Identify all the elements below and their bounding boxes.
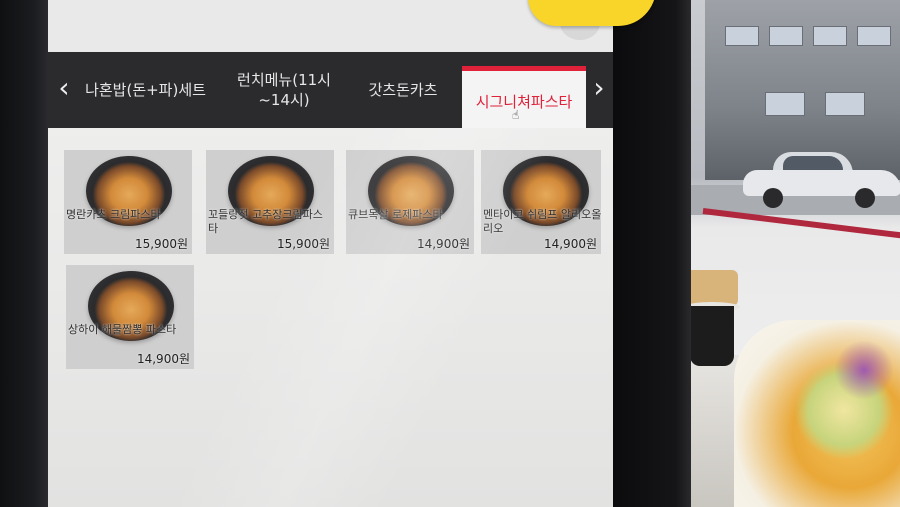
kiosk-bezel-left <box>0 0 48 507</box>
menu-item-card[interactable]: 큐브목살 로제파스타 14,900원 <box>346 150 474 254</box>
menu-item-name: 명란카츠 크림파스타 <box>66 208 161 221</box>
parked-car <box>743 152 900 208</box>
menu-item-name: 큐브목살 로제파스타 <box>348 208 443 221</box>
cup-with-straw <box>684 250 740 370</box>
menu-item-card[interactable]: 꼬들랑젓 고추장크림파스타 15,900원 <box>206 150 334 254</box>
menu-item-name: 꼬들랑젓 고추장크림파스타 <box>208 208 323 235</box>
pointer-cursor-icon: ☝ <box>512 108 520 122</box>
screen-header <box>48 0 613 52</box>
menu-item-card[interactable]: 멘타이코 쉬림프 알리오올리오 14,900원 <box>481 150 601 254</box>
tab-set-menu[interactable]: 나혼밥(돈+파)세트 <box>78 52 213 128</box>
menu-item-name: 멘타이코 쉬림프 알리오올리오 <box>483 208 601 235</box>
menu-item-price: 14,900원 <box>416 237 470 251</box>
kiosk-screen: ‹ 나혼밥(돈+파)세트 런치메뉴(11시~14시) 갓츠돈카츠 시그니쳐파스타… <box>48 0 613 507</box>
chevron-left-icon[interactable]: ‹ <box>54 74 74 104</box>
tab-label: 갓츠돈카츠 <box>368 81 438 99</box>
menu-item-card[interactable]: 명란카츠 크림파스타 15,900원 <box>64 150 192 254</box>
menu-item-price: 14,900원 <box>543 237 597 251</box>
food-poster <box>734 320 900 507</box>
category-tab-bar: ‹ 나혼밥(돈+파)세트 런치메뉴(11시~14시) 갓츠돈카츠 시그니쳐파스타… <box>48 52 613 128</box>
menu-item-price: 15,900원 <box>276 237 330 251</box>
tab-signature-pasta[interactable]: 시그니쳐파스타 <box>462 66 586 128</box>
tab-donkatsu[interactable]: 갓츠돈카츠 <box>353 52 453 128</box>
tab-label: 나혼밥(돈+파)세트 <box>85 81 206 99</box>
menu-item-card[interactable]: 상하이 해물짬뽕 파스타 14,900원 <box>66 265 194 369</box>
menu-item-price: 15,900원 <box>134 237 188 251</box>
chevron-right-icon[interactable]: › <box>589 74 609 104</box>
menu-grid: 명란카츠 크림파스타 15,900원 꼬들랑젓 고추장크림파스타 15,900원… <box>48 128 613 507</box>
tab-label: 런치메뉴(11시~14시) <box>237 71 331 109</box>
menu-item-name: 상하이 해물짬뽕 파스타 <box>68 323 177 336</box>
kiosk-bezel-right <box>613 0 691 507</box>
tab-lunch-menu[interactable]: 런치메뉴(11시~14시) <box>220 52 348 128</box>
menu-item-price: 14,900원 <box>136 352 190 366</box>
tab-label: 시그니쳐파스타 <box>475 92 573 111</box>
